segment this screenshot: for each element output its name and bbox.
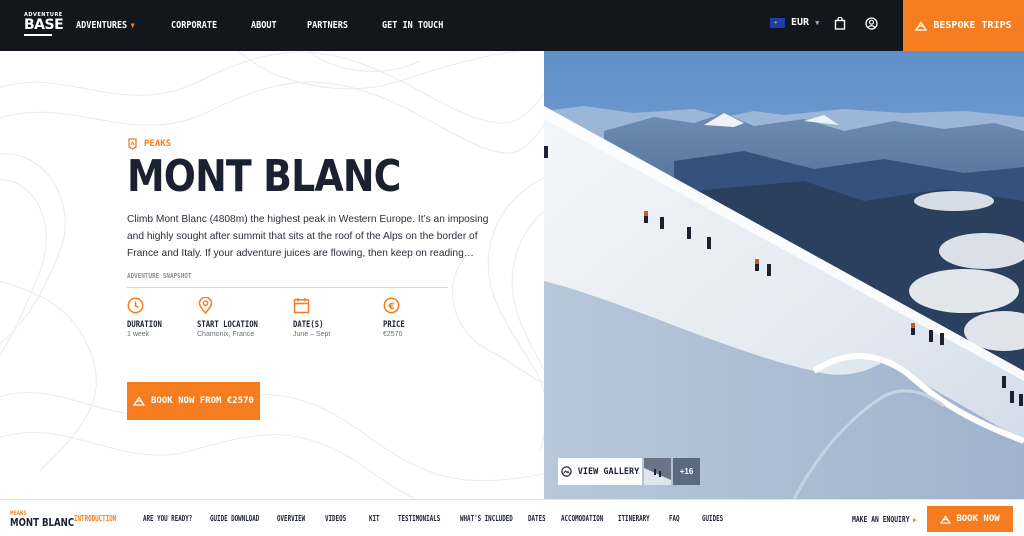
- nav-item-get-in-touch[interactable]: GET IN TOUCH: [382, 20, 443, 31]
- user-circle-icon[interactable]: [865, 17, 879, 31]
- stat-value: Chamonix, France: [197, 331, 255, 338]
- make-enquiry-label: MAKE AN ENQUIRY: [852, 515, 910, 524]
- map-pin-icon: [198, 297, 213, 314]
- section-link-videos[interactable]: VIDEOS: [325, 514, 346, 523]
- page-title: MONT BLANC: [127, 151, 401, 202]
- nav-item-label: ABOUT: [251, 20, 277, 31]
- book-now-button[interactable]: BOOK NOW: [927, 506, 1013, 532]
- chevron-down-icon: ▼: [815, 18, 820, 27]
- svg-text:€: €: [387, 302, 394, 312]
- euro-icon: €: [383, 297, 400, 314]
- mountain-climbers-photo: [544, 51, 1024, 499]
- mountain-icon: [940, 514, 952, 524]
- gallery-thumbnail[interactable]: [644, 458, 671, 485]
- make-enquiry-link[interactable]: MAKE AN ENQUIRY ▶: [852, 515, 917, 524]
- chevron-right-icon: ▶: [912, 515, 917, 524]
- stat-label: DURATION: [127, 320, 162, 330]
- chevron-down-icon: ▼: [130, 21, 135, 30]
- adventure-base-logo[interactable]: ADVENTURE BASE: [24, 12, 64, 38]
- stat-value: 1 week: [127, 331, 150, 338]
- category-label: PEAKS: [144, 139, 172, 149]
- stat-label: START LOCATION: [197, 320, 258, 330]
- nav-item-label: CORPORATE: [171, 20, 218, 31]
- section-link-accomodation[interactable]: ACCOMODATION: [561, 514, 603, 523]
- peak-badge-icon: [128, 138, 137, 150]
- stat-dates: DATE(S) June – Sept: [293, 297, 330, 338]
- section-link-testimonials[interactable]: TESTIMONIALS: [398, 514, 440, 523]
- view-gallery-label: VIEW GALLERY: [577, 466, 640, 477]
- mountain-icon: [915, 20, 928, 31]
- section-link-whats-included[interactable]: WHAT'S INCLUDED: [460, 514, 513, 523]
- section-link-guides[interactable]: GUIDES: [702, 514, 723, 523]
- main-menu: ADVENTURES ▼ CORPORATE ABOUT PARTNERS GE…: [76, 0, 480, 51]
- hero-photo: VIEW GALLERY +16: [544, 51, 1024, 499]
- stat-duration: DURATION 1 week: [127, 297, 168, 338]
- top-navigation: ADVENTURE BASE ADVENTURES ▼ CORPORATE AB…: [0, 0, 1024, 51]
- view-gallery-button[interactable]: VIEW GALLERY: [558, 458, 642, 485]
- section-link-dates[interactable]: DATES: [528, 514, 546, 523]
- book-now-label: BOOK NOW: [956, 514, 1000, 524]
- stat-label: DATE(S): [293, 320, 324, 330]
- currency-selector[interactable]: EUR ▼: [770, 17, 819, 28]
- shopping-bag-icon[interactable]: [834, 16, 848, 31]
- stat-label: PRICE: [383, 320, 405, 330]
- book-now-from-label: BOOK NOW FROM €2570: [151, 396, 254, 406]
- section-link-guide-download[interactable]: GUIDE DOWNLOAD: [210, 514, 259, 523]
- snapshot-heading: ADVENTURE SNAPSHOT: [127, 272, 192, 280]
- mountain-icon: [133, 396, 146, 406]
- book-now-from-button[interactable]: BOOK NOW FROM €2570: [127, 382, 260, 420]
- stat-price: € PRICE €2570: [383, 297, 409, 338]
- nav-item-label: PARTNERS: [307, 20, 349, 31]
- bespoke-trips-button[interactable]: BESPOKE TRIPS: [903, 0, 1024, 51]
- section-links: INTRODUCTION ARE YOU READY? GUIDE DOWNLO…: [74, 500, 729, 536]
- nav-item-label: GET IN TOUCH: [381, 20, 443, 31]
- gallery-icon: [561, 466, 572, 477]
- gallery-more-count: +16: [679, 467, 694, 476]
- section-nav-title: MONT BLANC: [10, 517, 75, 529]
- section-link-are-you-ready[interactable]: ARE YOU READY?: [143, 514, 192, 523]
- nav-item-label: ADVENTURES: [76, 20, 128, 31]
- stat-value: €2570: [383, 331, 403, 338]
- section-link-faq[interactable]: FAQ: [669, 514, 680, 523]
- section-link-introduction[interactable]: INTRODUCTION: [74, 514, 116, 523]
- logo-big-text: BASE: [24, 17, 64, 33]
- stat-value: June – Sept: [293, 331, 331, 338]
- stat-start-location: START LOCATION Chamonix, France: [197, 297, 269, 338]
- currency-label: EUR: [791, 17, 810, 28]
- nav-item-partners[interactable]: PARTNERS: [307, 20, 348, 31]
- logo-underline: [24, 34, 52, 36]
- topographic-contours-decoration: [0, 51, 544, 499]
- hero-intro: PEAKS MONT BLANC Climb Mont Blanc (4808m…: [0, 51, 544, 499]
- hero-description: Climb Mont Blanc (4808m) the highest pea…: [127, 214, 489, 259]
- section-link-overview[interactable]: OVERVIEW: [277, 514, 305, 523]
- calendar-icon: [293, 298, 310, 314]
- clock-icon: [127, 297, 144, 314]
- snapshot-divider: [127, 287, 448, 288]
- bespoke-trips-label: BESPOKE TRIPS: [933, 20, 1012, 31]
- section-link-kit[interactable]: KIT: [369, 514, 380, 523]
- eu-flag-icon: [770, 17, 785, 28]
- section-link-itinerary[interactable]: ITINERARY: [618, 514, 650, 523]
- page-section-nav: PEAKS MONT BLANC INTRODUCTION ARE YOU RE…: [0, 499, 1024, 536]
- nav-item-adventures[interactable]: ADVENTURES ▼: [76, 20, 135, 31]
- nav-item-about[interactable]: ABOUT: [251, 20, 277, 31]
- nav-item-corporate[interactable]: CORPORATE: [171, 20, 217, 31]
- category-tag: PEAKS: [128, 138, 171, 150]
- gallery-more-thumbnail[interactable]: +16: [673, 458, 700, 485]
- section-nav-category: PEAKS: [10, 509, 27, 517]
